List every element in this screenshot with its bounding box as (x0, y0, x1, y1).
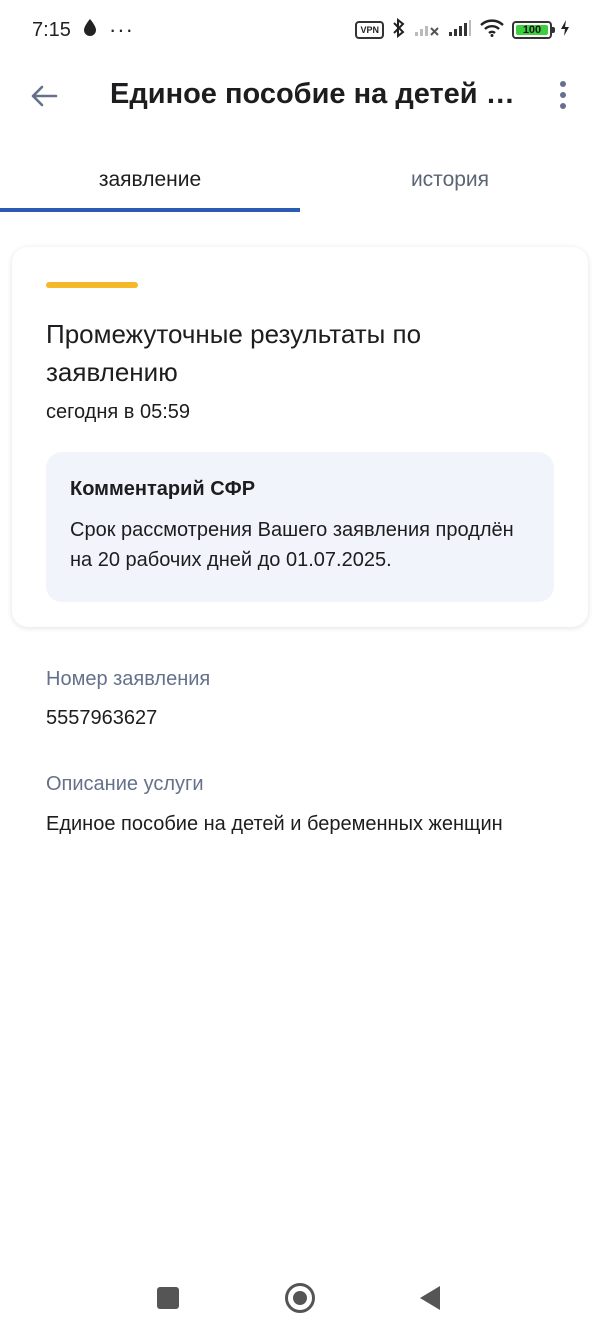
signal-off-icon (414, 19, 440, 42)
home-button[interactable] (282, 1280, 318, 1316)
status-bar-right: VPN 100 (355, 17, 570, 43)
more-options-button[interactable] (540, 72, 586, 118)
battery-icon: 100 (512, 21, 555, 39)
recents-button[interactable] (150, 1280, 186, 1316)
app-header: Единое пособие на детей и беременных жен… (0, 60, 600, 132)
status-bar: 7:15 ··· VPN 100 (0, 0, 600, 60)
status-title: Промежуточные результаты по заявлению (46, 319, 422, 387)
vpn-icon: VPN (355, 21, 384, 39)
status-bar-left: 7:15 ··· (32, 17, 134, 43)
more-notifications-icon: ··· (108, 17, 134, 42)
status-time: 7:15 (32, 18, 71, 41)
comment-box: Комментарий СФР Срок рассмотрения Вашего… (46, 452, 554, 602)
page-title: Единое пособие на детей и беременных жен… (110, 78, 530, 110)
service-description-value: Единое пособие на детей и беременных жен… (46, 813, 503, 835)
bluetooth-icon (392, 17, 406, 43)
wifi-icon (480, 18, 504, 42)
tab-history[interactable]: история (300, 150, 600, 210)
application-number-label: Номер заявления (46, 668, 211, 690)
drop-icon (83, 18, 97, 42)
charging-icon (560, 19, 570, 42)
comment-text: Срок рассмотрения Вашего заявления продл… (70, 519, 514, 571)
service-description-label: Описание услуги (46, 773, 204, 795)
arrow-left-icon (31, 85, 58, 107)
square-icon (157, 1287, 179, 1309)
signal-icon (448, 19, 472, 42)
triangle-left-icon (420, 1286, 440, 1310)
status-card: Промежуточные результаты по заявлению се… (12, 247, 588, 627)
battery-level: 100 (522, 24, 542, 36)
tab-application[interactable]: заявление (0, 150, 300, 212)
status-accent-bar (46, 282, 138, 288)
circle-icon (285, 1283, 315, 1313)
status-time-label: сегодня в 05:59 (46, 401, 190, 423)
application-number-value: 5557963627 (46, 707, 158, 729)
tab-bar: заявление история (0, 150, 600, 212)
more-vertical-icon (560, 81, 566, 109)
back-button[interactable] (14, 66, 74, 126)
comment-title: Комментарий СФР (70, 478, 256, 500)
system-nav-bar (0, 1262, 600, 1332)
back-nav-button[interactable] (412, 1280, 448, 1316)
